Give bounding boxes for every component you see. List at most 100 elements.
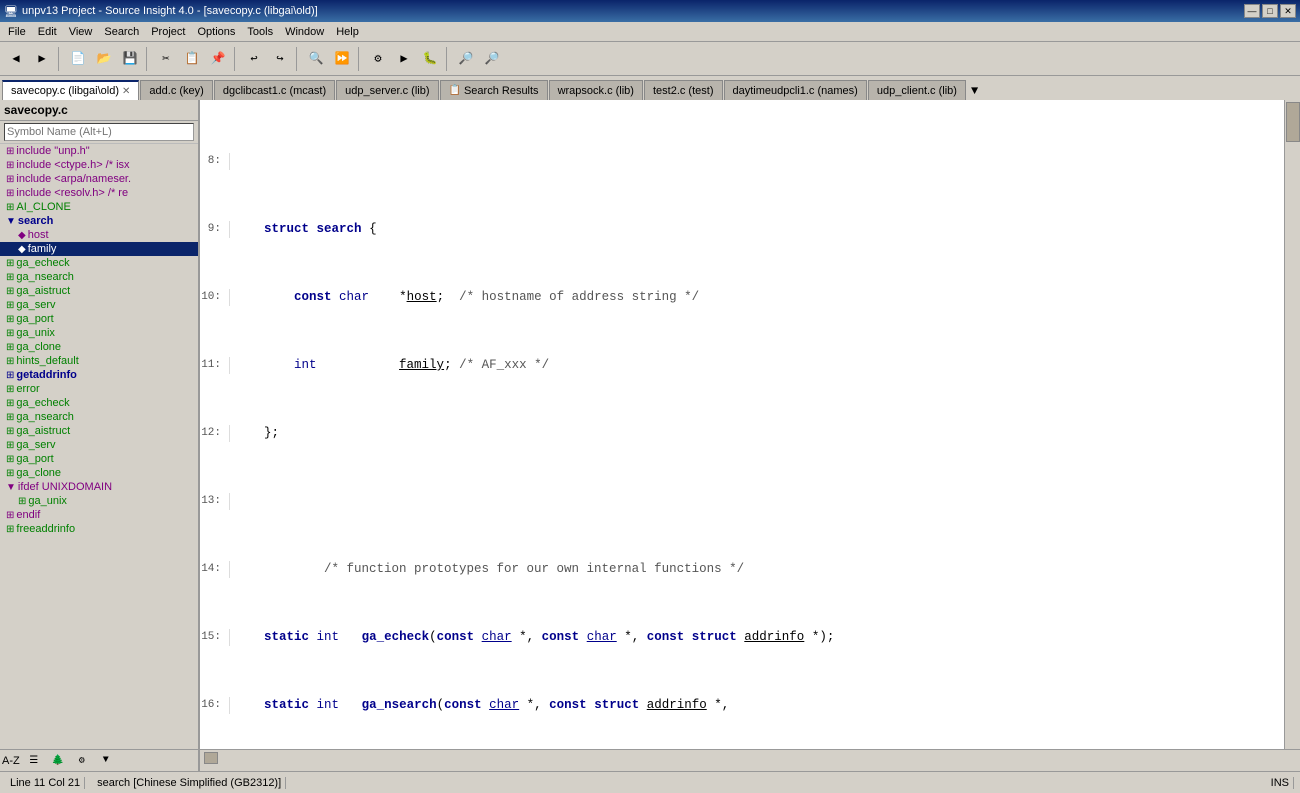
tab-wrapsock[interactable]: wrapsock.c (lib): [549, 80, 643, 100]
tree-item-getaddrinfo[interactable]: ⊞ getaddrinfo: [0, 368, 198, 382]
build-button[interactable]: ⚙: [366, 47, 390, 71]
tree-item-hints-default[interactable]: ⊞ hints_default: [0, 354, 198, 368]
list-view-button[interactable]: ☰: [24, 753, 44, 769]
forward-button[interactable]: ▶: [30, 47, 54, 71]
menu-file[interactable]: File: [2, 24, 32, 40]
tabs-scroll-arrow[interactable]: ▼: [967, 82, 982, 100]
code-line-8: 8:: [200, 153, 1284, 170]
tree-item-ga-unix-1[interactable]: ⊞ ga_unix: [0, 326, 198, 340]
tree-expand-icon: ◆: [18, 244, 26, 255]
tree-item-host[interactable]: ◆ host: [0, 228, 198, 242]
tree-item-freeaddrinfo[interactable]: ⊞ freeaddrinfo: [0, 522, 198, 536]
tab-search-results[interactable]: 📋 Search Results: [440, 80, 548, 100]
search-results-icon: 📋: [449, 85, 461, 96]
tree-item-ga-clone-2[interactable]: ⊞ ga_clone: [0, 466, 198, 480]
window-controls[interactable]: — □ ✕: [1244, 4, 1296, 18]
line-number: 16:: [200, 697, 230, 714]
menu-project[interactable]: Project: [145, 24, 191, 40]
tree-item-ai-clone[interactable]: ⊞ AI_CLONE: [0, 200, 198, 214]
tree-item-ga-echeck-1[interactable]: ⊞ ga_echeck: [0, 256, 198, 270]
menu-edit[interactable]: Edit: [32, 24, 63, 40]
close-button[interactable]: ✕: [1280, 4, 1296, 18]
line-number: 13:: [200, 493, 230, 510]
vertical-scrollbar[interactable]: [1284, 100, 1300, 749]
cut-button[interactable]: ✂: [154, 47, 178, 71]
tree-item-ga-serv-1[interactable]: ⊞ ga_serv: [0, 298, 198, 312]
tree-label: AI_CLONE: [16, 201, 70, 213]
paste-button[interactable]: 📌: [206, 47, 230, 71]
undo-button[interactable]: ↩: [242, 47, 266, 71]
symbol-search-input[interactable]: [4, 123, 194, 141]
tree-item-include-arpa[interactable]: ⊞ include <arpa/nameser.: [0, 172, 198, 186]
tree-item-include-resolv[interactable]: ⊞ include <resolv.h> /* re: [0, 186, 198, 200]
open-button[interactable]: 📂: [92, 47, 116, 71]
tab-savecopy-close[interactable]: ✕: [122, 86, 130, 97]
tree-item-include-ctype[interactable]: ⊞ include <ctype.h> /* isx: [0, 158, 198, 172]
code-line-12: 12: };: [200, 425, 1284, 442]
tree-item-ga-nsearch-1[interactable]: ⊞ ga_nsearch: [0, 270, 198, 284]
find-button[interactable]: 🔍: [304, 47, 328, 71]
tab-savecopy-label: savecopy.c (libgai\old): [11, 85, 119, 97]
copy-button[interactable]: 📋: [180, 47, 204, 71]
tree-item-ga-aistruct-2[interactable]: ⊞ ga_aistruct: [0, 424, 198, 438]
tree-item-endif[interactable]: ⊞ endif: [0, 508, 198, 522]
tree-item-ga-serv-2[interactable]: ⊞ ga_serv: [0, 438, 198, 452]
tree-item-ga-unix-2[interactable]: ⊞ ga_unix: [0, 494, 198, 508]
save-button[interactable]: 💾: [118, 47, 142, 71]
tab-savecopy[interactable]: savecopy.c (libgai\old) ✕: [2, 80, 139, 100]
tab-daytime[interactable]: daytimeudpcli1.c (names): [724, 80, 867, 100]
new-button[interactable]: 📄: [66, 47, 90, 71]
debug-button[interactable]: 🐛: [418, 47, 442, 71]
tree-item-ga-echeck-2[interactable]: ⊞ ga_echeck: [0, 396, 198, 410]
zoom-in-button[interactable]: 🔎: [454, 47, 478, 71]
tab-add[interactable]: add.c (key): [140, 80, 212, 100]
redo-button[interactable]: ↪: [268, 47, 292, 71]
line-code: static int ga_echeck(const char *, const…: [234, 629, 1284, 646]
back-button[interactable]: ◀: [4, 47, 28, 71]
code-scroll[interactable]: 8: 9: struct search { 10: const char *ho…: [200, 100, 1284, 749]
tree-label: search: [18, 215, 53, 227]
settings-button[interactable]: ⚙: [72, 753, 92, 769]
tree-expand-icon: ⊞: [6, 356, 14, 367]
bottom-row: A-Z ☰ 🌲 ⚙ ▼: [0, 749, 1300, 771]
horizontal-scrollbar[interactable]: [200, 749, 1300, 765]
menu-help[interactable]: Help: [330, 24, 365, 40]
menu-window[interactable]: Window: [279, 24, 330, 40]
toolbar-sep-6: [446, 47, 450, 71]
tree-item-error[interactable]: ⊞ error: [0, 382, 198, 396]
tree-expand-icon: ⊞: [6, 286, 14, 297]
find-next-button[interactable]: ⏩: [330, 47, 354, 71]
tab-wrapsock-label: wrapsock.c (lib): [558, 85, 634, 97]
zoom-out-button[interactable]: 🔎: [480, 47, 504, 71]
tree-item-ga-clone[interactable]: ⊞ ga_clone: [0, 340, 198, 354]
tree-expand-icon: ⊞: [6, 524, 14, 535]
tree-item-ga-aistruct-1[interactable]: ⊞ ga_aistruct: [0, 284, 198, 298]
tab-dgclibcast[interactable]: dgclibcast1.c (mcast): [214, 80, 335, 100]
menu-search[interactable]: Search: [98, 24, 145, 40]
tab-udp-client[interactable]: udp_client.c (lib): [868, 80, 966, 100]
minimize-button[interactable]: —: [1244, 4, 1260, 18]
tree-item-search-struct[interactable]: ▼ search: [0, 214, 198, 228]
tree-label: error: [16, 383, 39, 395]
run-button[interactable]: ▶: [392, 47, 416, 71]
tree-label: endif: [16, 509, 40, 521]
menu-options[interactable]: Options: [191, 24, 241, 40]
menu-tools[interactable]: Tools: [241, 24, 279, 40]
tab-test2[interactable]: test2.c (test): [644, 80, 723, 100]
tree-label: ga_echeck: [16, 257, 69, 269]
menu-view[interactable]: View: [63, 24, 99, 40]
tree-item-ifdef[interactable]: ▼ ifdef UNIXDOMAIN: [0, 480, 198, 494]
tree-item-ga-nsearch-2[interactable]: ⊞ ga_nsearch: [0, 410, 198, 424]
tree-view-button[interactable]: 🌲: [48, 753, 68, 769]
tree-label: include <ctype.h> /* isx: [16, 159, 129, 171]
tree-label: family: [28, 243, 57, 255]
tree-item-ga-port-1[interactable]: ⊞ ga_port: [0, 312, 198, 326]
tree-item-ga-port-2[interactable]: ⊞ ga_port: [0, 452, 198, 466]
tab-daytime-label: daytimeudpcli1.c (names): [733, 85, 858, 97]
maximize-button[interactable]: □: [1262, 4, 1278, 18]
tab-udp-server[interactable]: udp_server.c (lib): [336, 80, 438, 100]
tree-item-include-unp[interactable]: ⊞ include "unp.h": [0, 144, 198, 158]
tree-item-family[interactable]: ◆ family: [0, 242, 198, 256]
options-button[interactable]: ▼: [96, 753, 116, 769]
line-number: 8:: [200, 153, 230, 170]
